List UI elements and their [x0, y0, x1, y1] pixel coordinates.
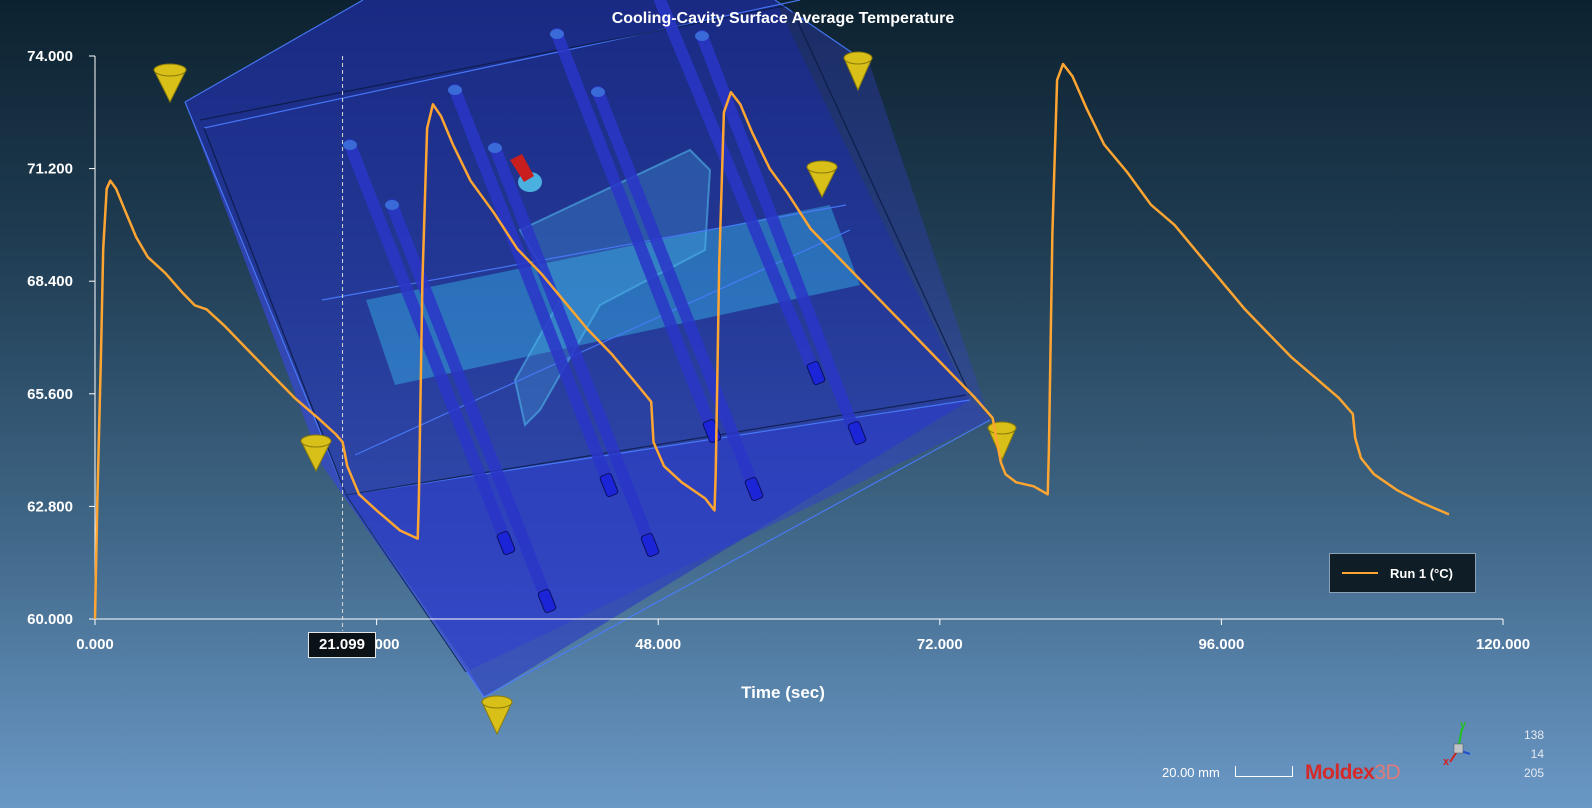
brand-logo: Moldex3D [1305, 761, 1401, 784]
x-tick-label: 48.000 [635, 636, 681, 653]
legend[interactable]: Run 1 (°C) [1329, 553, 1476, 593]
series-group [93, 62, 1450, 620]
x-axis-label: Time (sec) [741, 683, 825, 702]
coord-value: 205 [1523, 766, 1544, 780]
legend-swatch [1342, 572, 1378, 574]
y-tick-label: 71.200 [27, 161, 73, 178]
y-tick-label: 68.400 [27, 273, 73, 290]
chart-axes [89, 55, 1504, 625]
coord-value: 14 [1530, 747, 1544, 761]
x-tick-label: 120.000 [1476, 636, 1530, 653]
coord-value: 138 [1523, 728, 1544, 742]
x-tick-label: 72.000 [917, 636, 963, 653]
axis-triad-icon[interactable]: y x [1440, 718, 1480, 768]
triad-x-label: x [1443, 756, 1450, 768]
chart-title: Cooling-Cavity Surface Average Temperatu… [611, 10, 955, 27]
series-line [93, 62, 1450, 620]
scale-bar [1235, 766, 1293, 777]
viewport[interactable]: 60.000 62.800 65.600 68.400 71.200 74.000 0.00… [0, 0, 1592, 808]
x-tick-label: 96.000 [1198, 636, 1244, 653]
tick-labels: 60.000 62.800 65.600 68.400 71.200 74.000 0.00… [27, 48, 1530, 653]
coordinate-readout: 138 14 205 [1498, 726, 1544, 783]
legend-label: Run 1 (°C) [1390, 565, 1453, 581]
x-tick-label: 0.000 [76, 636, 114, 653]
y-tick-label: 62.800 [27, 498, 73, 515]
triad-y-label: y [1460, 719, 1467, 731]
time-cursor-readout[interactable]: 21.099 [308, 632, 376, 658]
y-tick-label: 65.600 [27, 386, 73, 403]
scale-label: 20.00 mm [1162, 765, 1220, 780]
y-tick-label: 60.000 [27, 611, 73, 628]
y-tick-label: 74.000 [27, 48, 73, 65]
